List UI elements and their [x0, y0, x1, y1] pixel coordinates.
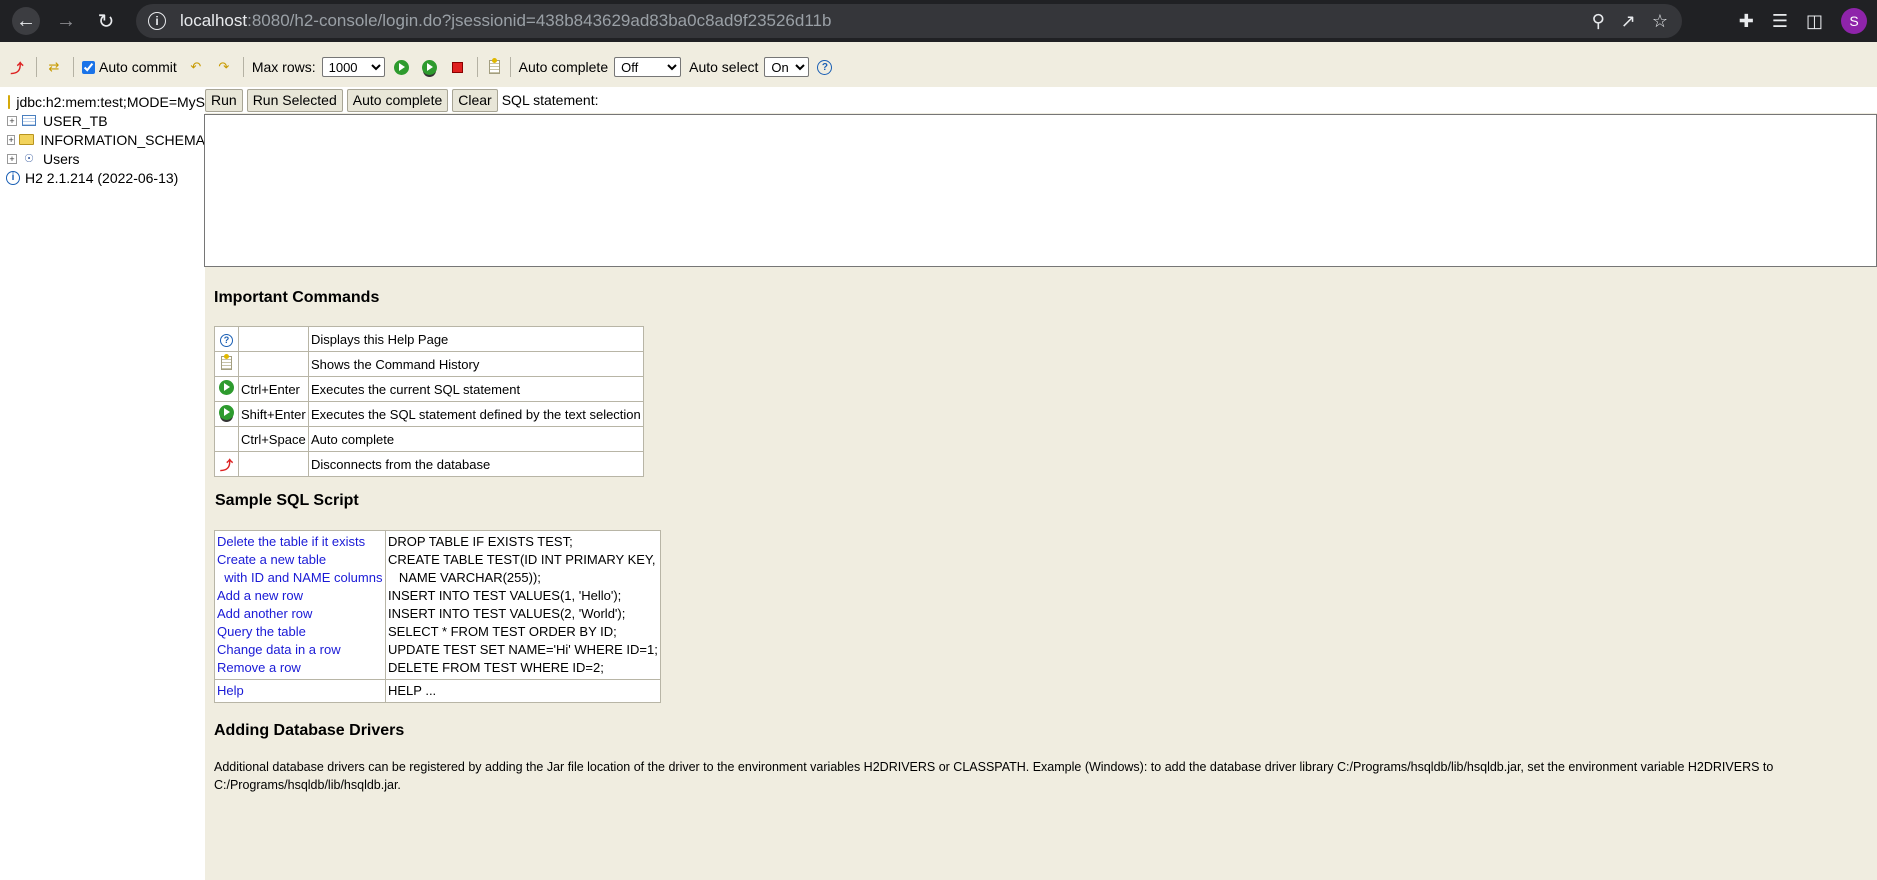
commands-table: ? Displays this Help Page Shows the Comm… [214, 326, 644, 477]
tree-connection[interactable]: jdbc:h2:mem:test;MODE=MyS [0, 92, 205, 111]
sql-statement-label: SQL statement: [501, 92, 599, 108]
run-selected-icon [214, 401, 239, 427]
help-icon: ? [214, 326, 239, 352]
drivers-heading: Adding Database Drivers [214, 722, 405, 739]
auto-complete-button[interactable]: Auto complete [346, 88, 449, 112]
sample-link[interactable]: Query the table [217, 623, 383, 641]
history-icon[interactable] [486, 58, 504, 76]
sample-sql: DELETE FROM TEST WHERE ID=2; [388, 660, 604, 675]
query-bar: Run Run Selected Auto complete Clear SQL… [205, 87, 1877, 113]
share-icon[interactable]: ↗ [1621, 11, 1636, 32]
sample-sql-heading: Sample SQL Script [215, 492, 359, 509]
separator [476, 57, 478, 77]
sample-sql-table: Delete the table if it exists Create a n… [214, 530, 661, 703]
run-icon[interactable] [393, 58, 411, 76]
auto-complete-label: Auto complete [518, 59, 609, 75]
sample-sql: INSERT INTO TEST VALUES(1, 'Hello'); [388, 588, 622, 603]
table-row: Help HELP ... [214, 679, 661, 703]
table-row: Ctrl+Space Auto complete [214, 426, 644, 452]
run-selected-button[interactable]: Run Selected [246, 88, 343, 112]
back-icon[interactable]: ← [12, 7, 40, 35]
sample-sql: CREATE TABLE TEST(ID INT PRIMARY KEY, [388, 552, 656, 567]
history-icon [214, 351, 239, 377]
folder-icon [19, 133, 35, 147]
info-icon: i [6, 170, 20, 185]
sample-link[interactable]: Add a new row [217, 587, 383, 605]
help-icon[interactable]: ? [817, 59, 833, 75]
sample-sql: NAME VARCHAR(255)); [388, 570, 541, 585]
tree-item-user-tb[interactable]: + USER_TB [0, 111, 205, 130]
important-commands-heading: Important Commands [214, 289, 380, 306]
run-button[interactable]: Run [205, 88, 243, 112]
sample-sql: SELECT * FROM TEST ORDER BY ID; [388, 624, 617, 639]
table-row: Shows the Command History [214, 351, 644, 377]
users-icon: ☉ [24, 153, 34, 165]
sql-editor[interactable] [204, 114, 1877, 267]
profile-avatar[interactable]: S [1841, 8, 1867, 34]
extensions-icon[interactable]: ✚ [1739, 11, 1754, 32]
table-row: ⤴ Disconnects from the database [214, 451, 644, 477]
auto-complete-select[interactable]: Off [614, 57, 682, 77]
result-panel: Important Commands ? Displays this Help … [205, 270, 1877, 880]
table-row: Delete the table if it exists Create a n… [214, 530, 661, 680]
bookmark-star-icon[interactable]: ☆ [1652, 11, 1668, 32]
sample-sql: INSERT INTO TEST VALUES(2, 'World'); [388, 606, 626, 621]
sample-link[interactable]: with ID and NAME columns [217, 569, 383, 587]
table-row: Ctrl+Enter Executes the current SQL stat… [214, 376, 644, 402]
sample-link[interactable]: Delete the table if it exists [217, 533, 383, 551]
schema-tree: jdbc:h2:mem:test;MODE=MyS + USER_TB + IN… [0, 87, 205, 880]
separator [509, 57, 511, 77]
zoom-icon[interactable]: ⚲ [1592, 11, 1605, 32]
database-icon [8, 94, 11, 109]
sample-sql: DROP TABLE IF EXISTS TEST; [388, 534, 573, 549]
run-selected-icon[interactable] [421, 58, 439, 76]
forward-icon[interactable]: → [52, 7, 80, 35]
rollback-icon[interactable]: ↶ [187, 58, 205, 76]
sample-link[interactable]: Add another row [217, 605, 383, 623]
commit-icon[interactable]: ↷ [215, 58, 233, 76]
url-text[interactable]: localhost:8080/h2-console/login.do?jsess… [180, 11, 831, 31]
h2-toolbar: ⤴ ⇄ Auto commit ↶ ↷ Max rows: 1000 Auto … [0, 47, 1877, 87]
expand-icon[interactable]: + [7, 134, 16, 145]
address-bar[interactable]: i localhost:8080/h2-console/login.do?jse… [136, 4, 1682, 38]
help-link[interactable]: Help [217, 682, 383, 700]
auto-commit-checkbox[interactable] [82, 60, 95, 74]
sample-link[interactable]: Change data in a row [217, 641, 383, 659]
disconnect-icon[interactable]: ⤴ [8, 58, 26, 76]
browser-toolbar: ← → ↻ i localhost:8080/h2-console/login.… [0, 0, 1877, 42]
site-info-icon[interactable]: i [148, 12, 166, 30]
separator [242, 57, 244, 77]
side-panel-icon[interactable]: ◫ [1806, 11, 1823, 32]
separator [73, 57, 74, 77]
disconnect-icon: ⤴ [214, 451, 239, 477]
sample-link[interactable]: Remove a row [217, 659, 383, 677]
sample-sql: UPDATE TEST SET NAME='Hi' WHERE ID=1; [388, 642, 658, 657]
sample-link[interactable]: Create a new table [217, 551, 383, 569]
expand-icon[interactable]: + [7, 153, 17, 164]
expand-icon[interactable]: + [7, 115, 17, 126]
tree-item-users[interactable]: + ☉ Users [0, 149, 205, 168]
refresh-icon[interactable]: ⇄ [45, 58, 63, 76]
table-icon [21, 114, 37, 128]
clear-button[interactable]: Clear [452, 88, 498, 112]
separator [36, 57, 37, 77]
media-queue-icon[interactable]: ☰ [1772, 11, 1788, 32]
max-rows-label: Max rows: [251, 59, 316, 75]
reload-icon[interactable]: ↻ [92, 7, 120, 35]
auto-commit-toggle[interactable]: Auto commit [82, 59, 177, 75]
tree-item-information-schema[interactable]: + INFORMATION_SCHEMA [0, 130, 205, 149]
stop-icon[interactable] [449, 58, 467, 76]
auto-select-label: Auto select [689, 59, 759, 75]
drivers-paragraph: Additional database drivers can be regis… [214, 760, 1774, 792]
max-rows-select[interactable]: 1000 [321, 57, 385, 77]
table-row: Shift+Enter Executes the SQL statement d… [214, 401, 644, 427]
table-row: ? Displays this Help Page [214, 326, 644, 352]
help-sql: HELP ... [388, 683, 437, 698]
run-icon [214, 376, 239, 402]
tree-version: i H2 2.1.214 (2022-06-13) [0, 168, 205, 187]
auto-select-select[interactable]: On [764, 57, 810, 77]
